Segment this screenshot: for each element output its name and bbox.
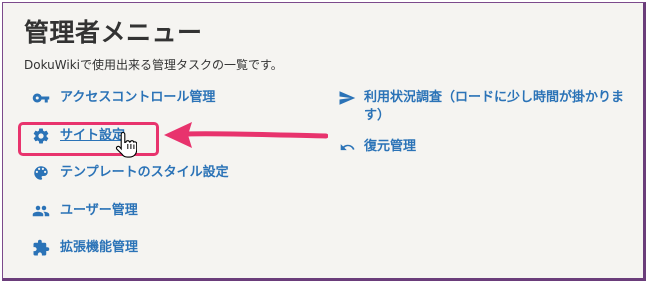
palette-icon [30,162,52,184]
admin-panel: 管理者メニュー DokuWikiで使用出来る管理タスクの一覧です。 アクセスコン… [2,2,646,281]
menu-item-label: 拡張機能管理 [60,240,139,255]
page-title: 管理者メニュー [24,18,203,47]
menu-item-extension[interactable]: 拡張機能管理 [30,237,138,259]
hand-cursor-icon [115,131,137,158]
menu-item-label: アクセスコントロール管理 [60,90,216,105]
menu-item-label: テンプレートのスタイル設定 [60,165,229,180]
highlight-box [18,122,159,156]
users-icon [30,200,52,222]
menu-item-revert[interactable]: 復元管理 [336,136,634,158]
revert-icon [336,136,358,158]
puzzle-icon [30,237,52,259]
menu-item-popularity[interactable]: 利用状況調査（ロードに少し時間が掛かります） [336,87,634,125]
menu-item-styling[interactable]: テンプレートのスタイル設定 [30,162,229,184]
pointer-arrow-icon [164,122,328,148]
send-icon [336,87,358,109]
page-subtitle: DokuWikiで使用出来る管理タスクの一覧です。 [24,58,283,72]
menu-item-label: 復元管理 [364,139,417,154]
key-icon [30,87,52,109]
menu-item-label: ユーザー管理 [60,203,138,218]
menu-item-acl[interactable]: アクセスコントロール管理 [30,87,215,109]
menu-item-usermanager[interactable]: ユーザー管理 [30,200,138,222]
menu-item-label: 利用状況調査（ロードに少し時間が掛かります） [364,90,625,123]
